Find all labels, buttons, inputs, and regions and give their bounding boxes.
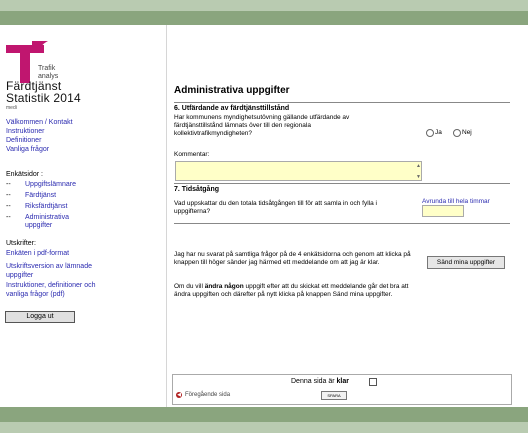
bullet: --	[6, 192, 11, 199]
bottom-band-dark	[0, 407, 528, 422]
page-title: Administrativa uppgifter	[174, 85, 290, 96]
nav-uppgiftslamnare[interactable]: Uppgiftslämnare	[25, 181, 76, 189]
divider	[174, 183, 510, 184]
section-6-question: Har kommunens myndighetsutövning gälland…	[174, 114, 350, 137]
print-version-link[interactable]: Utskriftsversion av lämnade uppgifter	[6, 262, 116, 280]
submit-info-text: Jag har nu svarat på samtliga frågor på …	[174, 251, 411, 266]
nav-welcome-contact[interactable]: Välkommen / Kontakt	[6, 118, 73, 127]
previous-page-link[interactable]: Föregående sida	[185, 392, 230, 398]
bottom-band-light	[0, 422, 528, 433]
logout-button[interactable]: Logga ut	[5, 311, 75, 323]
radio-yes-label: Ja	[435, 129, 442, 136]
nav-administrativa-uppgifter[interactable]: Administrativa uppgifter	[25, 214, 85, 230]
scroll-down-icon[interactable]: ▼	[416, 174, 421, 180]
top-band-dark	[0, 11, 528, 25]
nav-faq[interactable]: Vanliga frågor	[6, 145, 49, 154]
comment-textarea[interactable]: ▲ ▼	[175, 161, 422, 181]
hours-input[interactable]	[422, 205, 464, 217]
radio-yes[interactable]	[426, 129, 434, 137]
section-6-title: 6. Utfärdande av färdtjänsttillstånd	[174, 105, 290, 112]
radio-no[interactable]	[453, 129, 461, 137]
print-pdf-link[interactable]: Enkäten i pdf-format	[6, 249, 69, 258]
section-7-title: 7. Tidsåtgång	[174, 186, 219, 193]
app-subtitle: medi	[6, 105, 17, 111]
top-band-light	[0, 0, 528, 11]
enkat-heading: Enkätsidor :	[6, 171, 43, 178]
bullet: --	[6, 203, 11, 210]
comment-label: Kommentar:	[174, 151, 210, 158]
app-title: Färdtjänst Statistik 2014	[6, 79, 81, 105]
scroll-up-icon[interactable]: ▲	[416, 163, 421, 169]
send-data-button[interactable]: Sänd mina uppgifter	[427, 256, 505, 269]
save-button[interactable]: SPARA	[321, 391, 347, 400]
sidebar: Trafik analys Färdtjänst Statistik 2014 …	[0, 25, 167, 407]
page-footer-box: Denna sida är klar ◀ Föregående sida SPA…	[172, 374, 512, 405]
radio-no-label: Nej	[462, 129, 472, 136]
divider	[174, 102, 510, 103]
change-info-text: Om du vill ändra någon uppgift efter att…	[174, 283, 409, 298]
section-7-question: Vad uppskattar du den totala tidsåtgånge…	[174, 200, 377, 215]
bullet: --	[6, 214, 11, 221]
page-done-checkbox[interactable]	[369, 378, 377, 386]
previous-arrow-icon[interactable]: ◀	[176, 392, 182, 398]
page-done-label: Denna sida är klar	[291, 378, 349, 385]
print-heading: Utskrifter:	[6, 240, 36, 247]
nav-definitions[interactable]: Definitioner	[6, 136, 41, 145]
nav-instructions[interactable]: Instruktioner	[6, 127, 45, 136]
bullet: --	[6, 181, 11, 188]
print-instructions-link[interactable]: Instruktioner, definitioner och vanliga …	[6, 281, 116, 299]
nav-riksfardtjanst[interactable]: Riksfärdtjänst	[25, 203, 67, 211]
nav-fardtjanst[interactable]: Färdtjänst	[25, 192, 56, 200]
divider	[174, 223, 510, 224]
